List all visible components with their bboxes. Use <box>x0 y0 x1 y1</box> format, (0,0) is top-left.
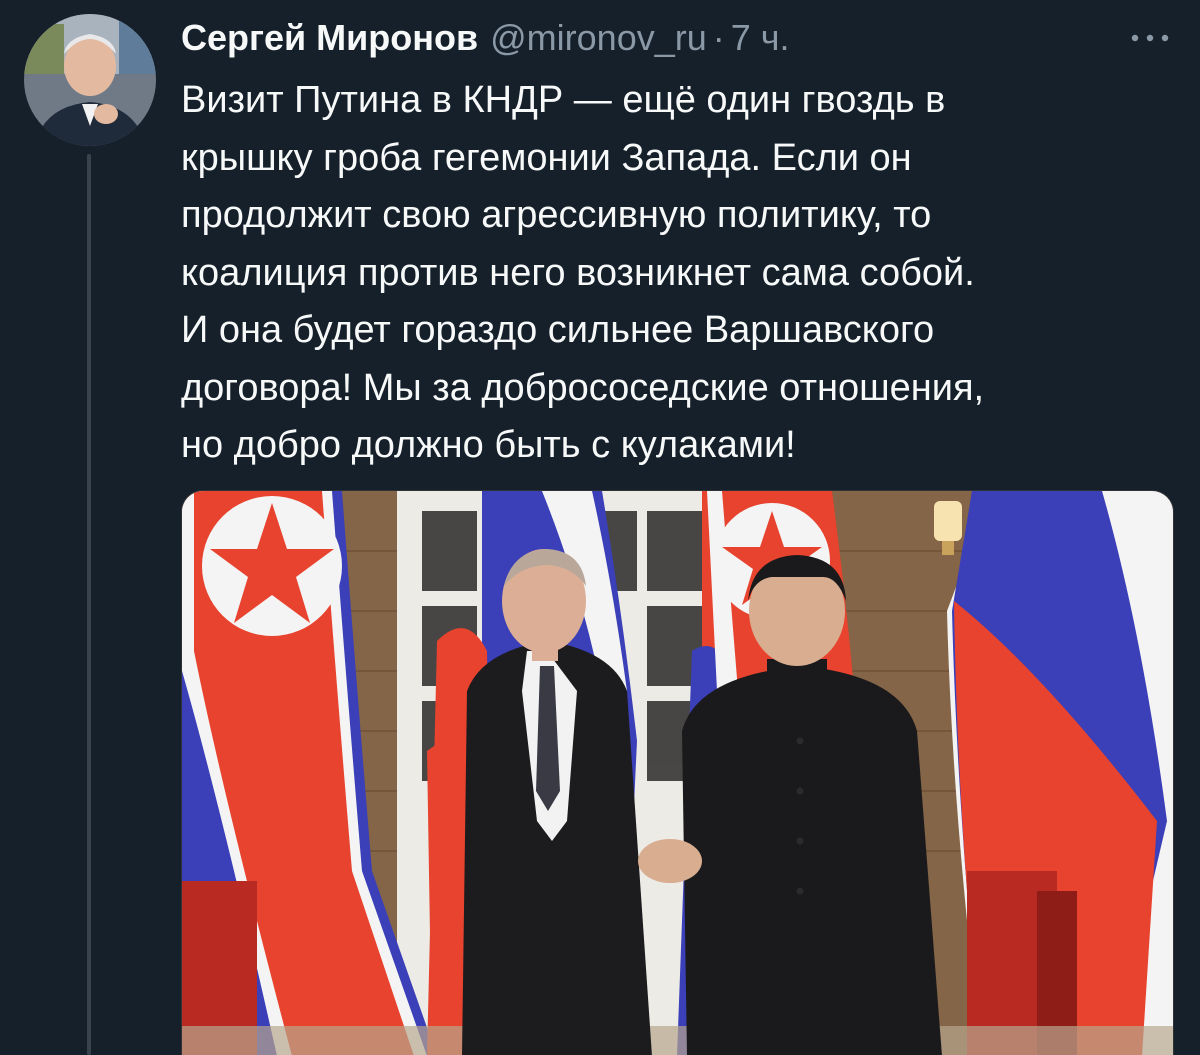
tweet-header: Сергей Миронов @mironov_ru · 7 ч. <box>181 14 790 62</box>
media-image <box>182 491 1173 1055</box>
thread-connector-line <box>87 154 91 1055</box>
more-options-button[interactable] <box>1124 18 1176 58</box>
author-avatar[interactable] <box>24 14 156 146</box>
tweet-media-photo[interactable] <box>181 490 1174 1055</box>
author-name[interactable]: Сергей Миронов <box>181 17 478 59</box>
avatar-photo <box>24 14 156 146</box>
header-separator: · <box>712 17 725 58</box>
tweet[interactable]: Сергей Миронов @mironov_ru · 7 ч. Визит … <box>0 0 1200 1055</box>
more-horizontal-icon <box>1131 34 1169 42</box>
tweet-timestamp[interactable]: 7 ч. <box>731 17 790 59</box>
handshake <box>638 839 702 883</box>
tweet-text: Визит Путина в КНДР — ещё один гвоздь в … <box>181 79 985 466</box>
author-handle[interactable]: @mironov_ru <box>490 17 707 59</box>
